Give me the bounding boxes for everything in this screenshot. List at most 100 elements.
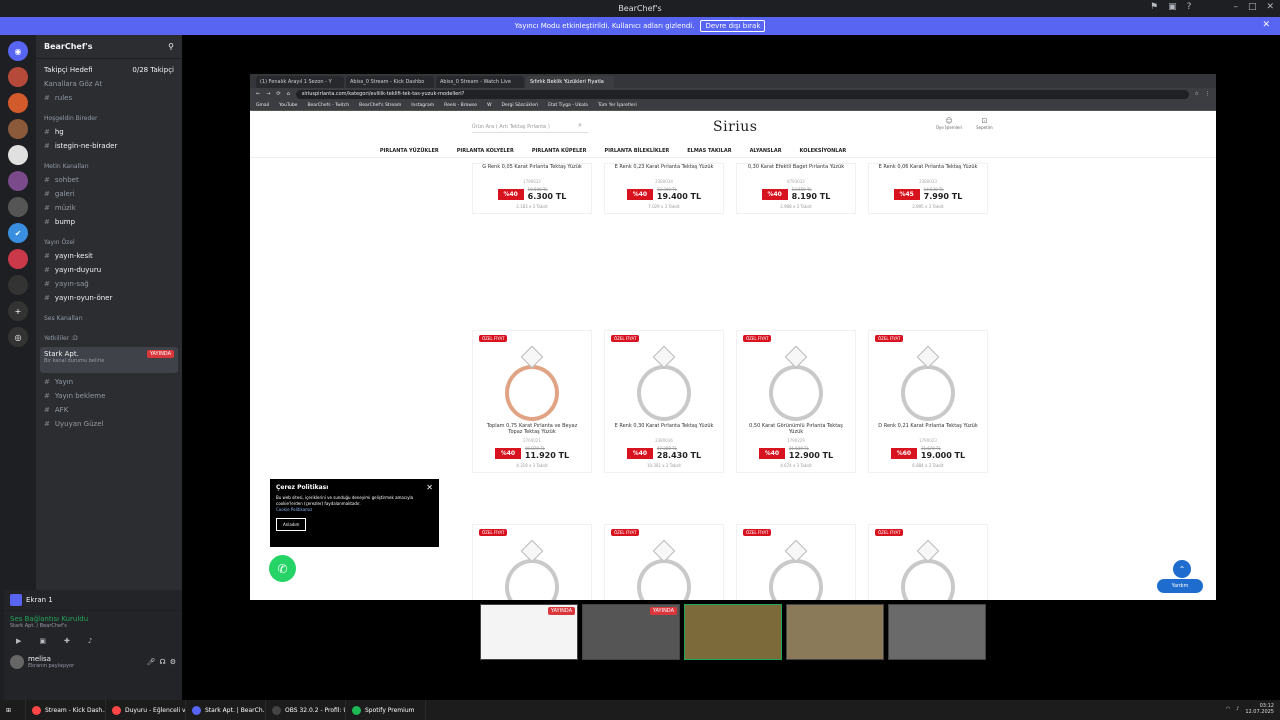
whatsapp-icon[interactable]: ✆ <box>269 555 296 582</box>
discord-home-icon[interactable]: ◉ <box>8 41 28 61</box>
reload-icon[interactable]: ⟳ <box>276 91 280 97</box>
server-icon[interactable] <box>8 67 28 87</box>
browser-tab[interactable]: Abiss_0 Stream - Kick Dashbo <box>346 76 434 88</box>
pin-icon[interactable]: ⚑ <box>1150 2 1158 12</box>
headphones-icon[interactable]: ☊ <box>160 658 166 666</box>
server-icon[interactable] <box>8 249 28 269</box>
channel-item[interactable]: # hg <box>36 125 182 139</box>
product-image[interactable] <box>893 343 963 423</box>
camera-icon[interactable]: ▶ <box>16 637 21 645</box>
product-card[interactable]: ÖZEL FİYAT <box>736 524 856 600</box>
channel-item[interactable]: # müzik <box>36 201 182 215</box>
server-icon[interactable] <box>8 93 28 113</box>
address-bar[interactable]: siriuspirlanta.com/kategori/evlilik-tekl… <box>295 89 1189 99</box>
product-image[interactable] <box>761 537 831 600</box>
bookmark-item[interactable]: W <box>487 103 491 108</box>
channel-category[interactable]: Yetkililer :D <box>36 331 182 345</box>
product-image[interactable] <box>629 343 699 423</box>
forward-icon[interactable]: → <box>266 91 270 97</box>
channel-item[interactable]: # rules <box>36 91 182 105</box>
server-header[interactable]: BearChef's ⚲ <box>36 35 182 59</box>
bookmark-item[interactable]: Tüm Yer İşaretleri <box>598 103 637 108</box>
avatar[interactable] <box>10 655 24 669</box>
browser-tab[interactable]: (1) Fenalık Arayıl 1 Sezon - Y <box>256 76 344 88</box>
nav-item[interactable]: ELMAS TAKILAR <box>687 148 731 157</box>
product-card[interactable]: G Renk 0,05 Karat Pırlanta Tektaş Yüzük 1… <box>472 163 592 214</box>
taskbar-app[interactable]: Stark Apt. | BearCh... <box>186 700 266 720</box>
help-button[interactable]: Yardım <box>1157 579 1203 593</box>
channel-item[interactable]: # yayın-kesit <box>36 249 182 263</box>
bookmark-item[interactable]: Instagram <box>411 103 434 108</box>
close-icon[interactable]: ✕ <box>1262 20 1270 30</box>
product-card[interactable]: ÖZEL FİYAT <box>868 524 988 600</box>
stream-thumbnail[interactable]: YAYINDA <box>480 604 578 660</box>
stream-thumbnail[interactable]: YAYINDA <box>582 604 680 660</box>
product-name[interactable]: E Renk 0,30 Karat Pırlanta Tektaş Yüzük <box>605 423 723 435</box>
product-card[interactable]: E Renk 0,23 Karat Pırlanta Tektaş Yüzük 2… <box>604 163 724 214</box>
channel-item[interactable]: Kanallara Göz At <box>36 77 182 91</box>
channel-category[interactable]: Ses Kanalları <box>36 311 182 325</box>
product-card[interactable]: ÖZEL FİYAT <box>604 524 724 600</box>
product-name[interactable]: G Renk 0,05 Karat Pırlanta Tektaş Yüzük <box>473 164 591 176</box>
stream-thumbnail[interactable] <box>684 604 782 660</box>
bookmark-item[interactable]: Gmail <box>256 103 269 108</box>
scroll-top-icon[interactable]: ⌃ <box>1173 560 1191 578</box>
channel-category[interactable]: Metin Kanalları <box>36 159 182 173</box>
nav-item[interactable]: PIRLANTA KOLYELER <box>457 148 514 157</box>
live-voice-user[interactable]: Stark Apt. YAYINDA Bir kanal durumu belir… <box>40 347 178 373</box>
product-card[interactable]: ÖZEL FİYAT D Renk 0,21 Karat Pırlanta Tek… <box>868 330 988 473</box>
product-image[interactable] <box>629 537 699 600</box>
search-icon[interactable]: ⌕ <box>578 121 582 130</box>
channel-category[interactable]: Yayın Özel <box>36 235 182 249</box>
start-icon[interactable]: ⊞ <box>0 700 26 720</box>
product-name[interactable]: E Renk 0,06 Karat Pırlanta Tektaş Yüzük <box>869 164 987 176</box>
nav-item[interactable]: PIRLANTA KÜPELER <box>532 148 587 157</box>
server-icon[interactable] <box>8 171 28 191</box>
nav-item[interactable]: KOLEKSİYONLAR <box>800 148 847 157</box>
channel-item[interactable]: # Uyuyan Güzel <box>36 417 182 431</box>
product-name[interactable]: D Renk 0,21 Karat Pırlanta Tektaş Yüzük <box>869 423 987 435</box>
channel-item[interactable]: # bump <box>36 215 182 229</box>
soundboard-icon[interactable]: ♪ <box>88 637 92 645</box>
product-name[interactable]: 0,50 Karat Görünümlü Pırlanta Tektaş Yüz… <box>737 423 855 435</box>
server-icon[interactable] <box>8 197 28 217</box>
product-card[interactable]: E Renk 0,06 Karat Pırlanta Tektaş Yüzük 2… <box>868 163 988 214</box>
bookmark-item[interactable]: Reels - Browse <box>444 103 477 108</box>
inbox-icon[interactable]: ▣ <box>1168 2 1177 12</box>
channel-item[interactable]: # galeri <box>36 187 182 201</box>
nav-item[interactable]: ALYANSLAR <box>750 148 782 157</box>
back-icon[interactable]: ← <box>256 91 260 97</box>
nav-item[interactable]: PIRLANTA BİLEKLİKLER <box>604 148 669 157</box>
channel-item[interactable]: # sohbet <box>36 173 182 187</box>
stream-thumbnail[interactable] <box>888 604 986 660</box>
product-card[interactable]: ÖZEL FİYAT Toplam 0,75 Karat Pırlanta ve … <box>472 330 592 473</box>
product-image[interactable] <box>497 343 567 423</box>
product-image[interactable] <box>893 537 963 600</box>
product-image[interactable] <box>497 537 567 600</box>
volume-icon[interactable]: ♪ <box>1236 706 1239 712</box>
taskbar-app[interactable]: OBS 32.0.2 - Profil: U... <box>266 700 346 720</box>
close-icon[interactable]: ✕ <box>1266 2 1274 12</box>
product-name[interactable]: Toplam 0,75 Karat Pırlanta ve Beyaz Topa… <box>473 423 591 435</box>
channel-item[interactable]: # Yayın <box>36 375 182 389</box>
channel-item[interactable]: # Yayın bekleme <box>36 389 182 403</box>
product-name[interactable]: 0,30 Karat Efektli Baget Pırlanta Yüzük <box>737 164 855 176</box>
bookmark-item[interactable]: BearChef's Stream <box>359 103 401 108</box>
search-input[interactable]: Ürün Ara ( Artı Tektaş Pırlanta ) <box>472 121 588 133</box>
cart-link[interactable]: ⊡ Sepetim <box>976 117 993 130</box>
cookie-accept-button[interactable]: Anladım <box>276 518 307 531</box>
bookmark-item[interactable]: Etat Tiyga - Ukala <box>548 103 588 108</box>
add-member-icon[interactable]: ⚲ <box>168 42 174 51</box>
taskbar-app[interactable]: Duyuru - Eğlenceli v... <box>106 700 186 720</box>
cookie-policy-link[interactable]: Cookie Politikamız <box>276 507 433 512</box>
channel-category[interactable]: Hoşgeldin Bireder <box>36 111 182 125</box>
activity-icon[interactable]: ✚ <box>64 637 70 645</box>
wifi-icon[interactable]: ◠ <box>1226 706 1230 712</box>
server-icon[interactable] <box>8 275 28 295</box>
bookmark-item[interactable]: YouTube <box>279 103 297 108</box>
bookmark-item[interactable]: Dergi Sözcükleri <box>502 103 539 108</box>
channel-item[interactable]: # AFK <box>36 403 182 417</box>
gear-icon[interactable]: ⚙ <box>170 658 176 666</box>
maximize-icon[interactable]: □ <box>1248 2 1257 12</box>
server-icon[interactable] <box>8 145 28 165</box>
